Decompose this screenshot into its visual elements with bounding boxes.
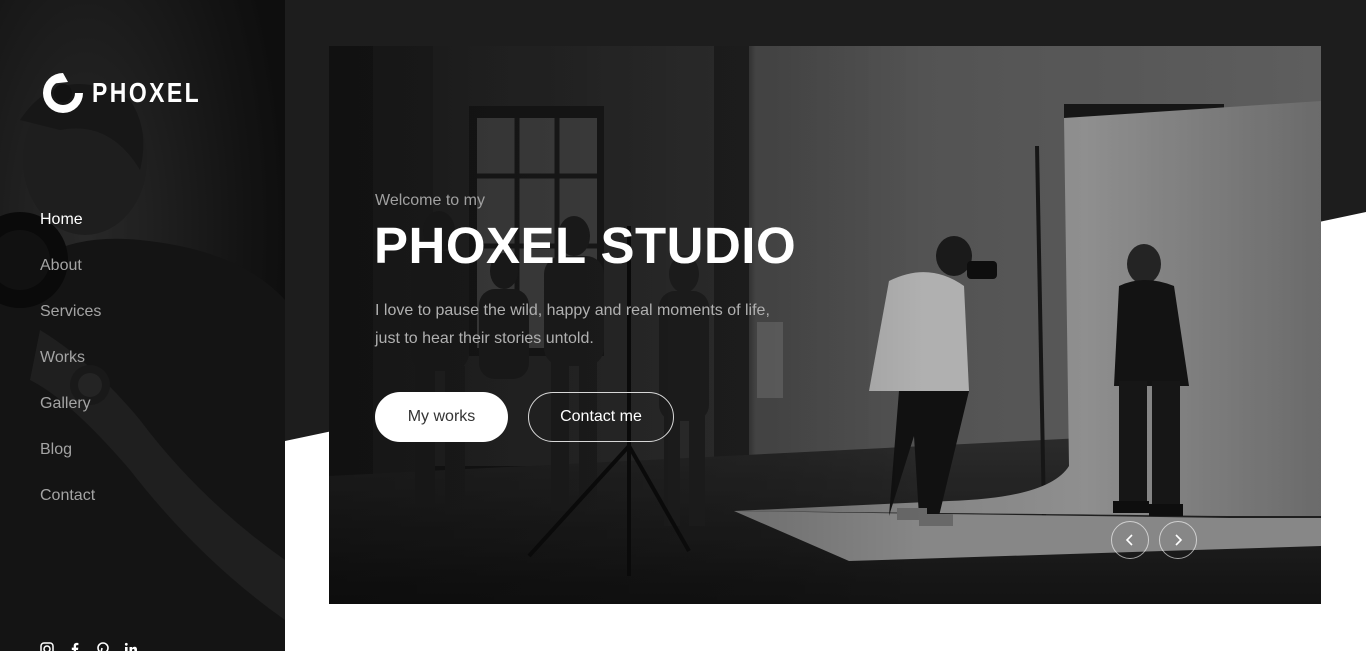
nav-item-blog[interactable]: Blog — [40, 438, 101, 484]
nav-item-services[interactable]: Services — [40, 300, 101, 346]
chevron-right-icon — [1175, 534, 1183, 546]
nav-item-gallery[interactable]: Gallery — [40, 392, 101, 438]
slider-prev-button[interactable] — [1111, 521, 1149, 559]
phoxel-aperture-logo-icon — [43, 73, 83, 113]
sidebar: PHOXEL Home About Services Works Gallery… — [0, 0, 285, 651]
nav-item-works[interactable]: Works — [40, 346, 101, 392]
contact-me-button[interactable]: Contact me — [528, 392, 674, 442]
nav-item-home[interactable]: Home — [40, 208, 101, 254]
chevron-left-icon — [1125, 534, 1133, 546]
slider-next-button[interactable] — [1159, 521, 1197, 559]
nav-item-contact[interactable]: Contact — [40, 484, 101, 530]
pinterest-icon[interactable] — [96, 642, 110, 651]
hero-description: I love to pause the wild, happy and real… — [375, 302, 770, 347]
hero-slider: Welcome to my PHOXEL STUDIO I love to pa… — [329, 46, 1321, 604]
facebook-icon[interactable] — [68, 642, 82, 651]
brand-name: PHOXEL — [92, 77, 202, 108]
brand-logo[interactable]: PHOXEL — [40, 70, 225, 116]
main-navigation: Home About Services Works Gallery Blog C… — [40, 208, 101, 530]
instagram-icon[interactable] — [40, 642, 54, 651]
hero-title: PHOXEL STUDIO — [374, 217, 797, 274]
my-works-button[interactable]: My works — [375, 392, 508, 442]
hero-eyebrow: Welcome to my — [375, 192, 485, 209]
linkedin-icon[interactable] — [124, 642, 138, 651]
nav-item-about[interactable]: About — [40, 254, 101, 300]
social-links — [40, 642, 138, 651]
